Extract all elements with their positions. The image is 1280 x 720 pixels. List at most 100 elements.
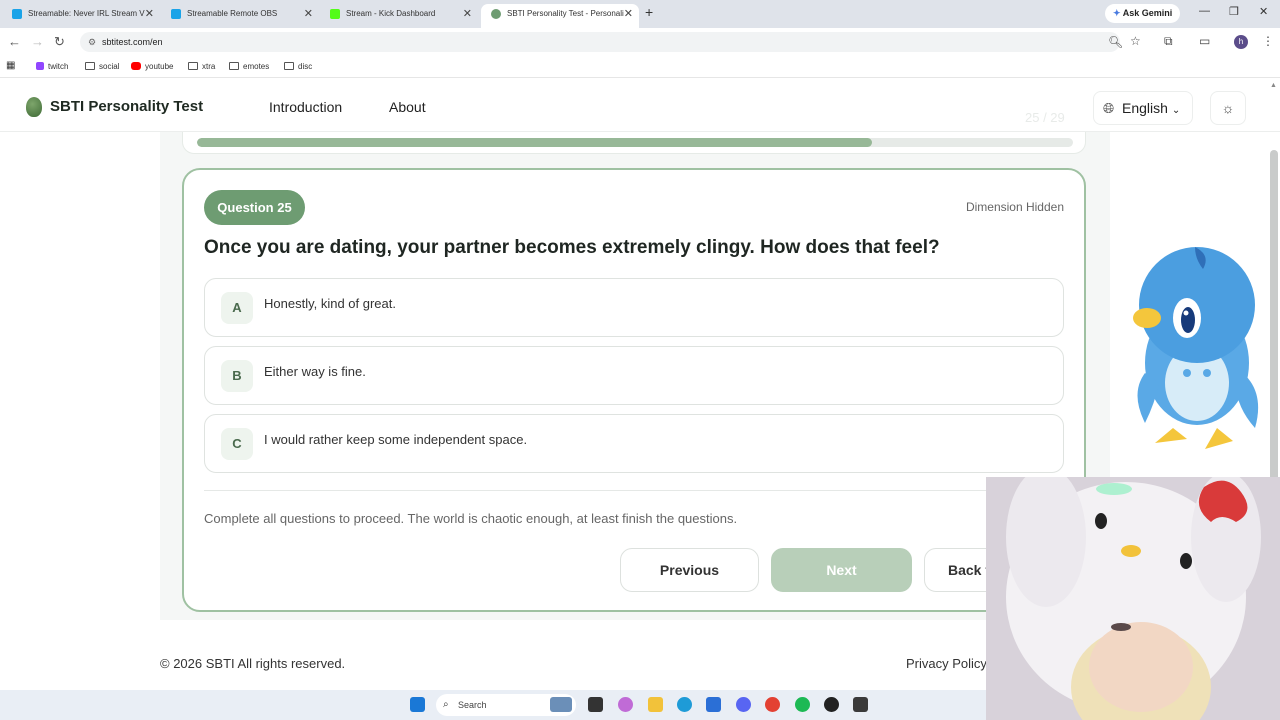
forward-icon[interactable]: →	[31, 34, 44, 49]
nav-about[interactable]: About	[389, 99, 426, 115]
app-icon[interactable]	[853, 697, 868, 712]
url-text: sbtitest.com/en	[102, 37, 163, 47]
tab-title: Streamable: Never IRL Stream V	[28, 9, 145, 18]
option-c[interactable]: C I would rather keep some independent s…	[204, 414, 1064, 473]
language-label: English	[1122, 100, 1168, 116]
close-tab-icon[interactable]: ✕	[145, 4, 154, 24]
dimension-label: Dimension Hidden	[965, 200, 1064, 214]
browser-menu-icon[interactable]: ⋮	[1262, 34, 1274, 48]
progress-bar	[197, 138, 1073, 147]
twitch-icon	[36, 62, 44, 70]
bookmark-label: disc	[298, 62, 313, 71]
apps-grid-icon[interactable]: ▦	[6, 60, 15, 71]
youtube-icon	[131, 62, 141, 70]
streamable-favicon-icon	[171, 9, 181, 19]
back-icon[interactable]: ←	[8, 34, 21, 49]
option-a[interactable]: A Honestly, kind of great.	[204, 278, 1064, 337]
language-selector[interactable]: 🌐︎ English ⌄	[1093, 91, 1193, 125]
widget-icon[interactable]	[550, 697, 572, 712]
bookmark-label: twitch	[48, 62, 69, 71]
obs-icon[interactable]	[824, 697, 839, 712]
gemini-icon: ✦	[1113, 8, 1123, 18]
copilot-icon[interactable]	[618, 697, 633, 712]
option-text: Honestly, kind of great.	[264, 296, 396, 311]
ask-gemini-button[interactable]: ✦ Ask Gemini	[1105, 4, 1181, 23]
spotify-icon[interactable]	[795, 697, 810, 712]
question-counter: 25 / 29	[1025, 110, 1065, 125]
windows-start-icon[interactable]	[410, 697, 425, 712]
folder-icon	[229, 62, 239, 70]
streamable-favicon-icon	[12, 9, 22, 19]
bookmark-disc[interactable]: disc	[284, 62, 312, 71]
folder-icon	[85, 62, 95, 70]
bookmark-twitch[interactable]: twitch	[36, 62, 68, 71]
bookmark-youtube[interactable]: youtube	[131, 62, 173, 71]
browser-tab-kick[interactable]: Stream - Kick Dashboard ✕	[320, 4, 478, 28]
file-explorer-icon[interactable]	[648, 697, 663, 712]
edge-browser-icon[interactable]	[677, 697, 692, 712]
option-text: I would rather keep some independent spa…	[264, 432, 528, 447]
bookmark-label: social	[99, 62, 120, 71]
penguin-mascot-illustration	[1133, 247, 1259, 449]
close-tab-icon[interactable]: ✕	[463, 4, 472, 24]
ask-gemini-label: Ask Gemini	[1122, 8, 1173, 18]
progress-fill	[197, 138, 872, 147]
close-tab-icon[interactable]: ✕	[304, 4, 313, 24]
privacy-policy-link[interactable]: Privacy Policy	[906, 656, 987, 671]
bookmark-label: emotes	[243, 62, 270, 71]
taskbar-search-label: Search	[458, 700, 487, 710]
tab-title: Stream - Kick Dashboard	[346, 9, 436, 18]
scroll-up-arrow-icon[interactable]: ▲	[1270, 82, 1277, 89]
tab-title: Streamable Remote OBS	[187, 9, 278, 18]
option-letter: C	[221, 428, 253, 460]
close-window-icon[interactable]: ✕	[1259, 5, 1268, 18]
browser-tab-sbti[interactable]: SBTI Personality Test - Personali ✕	[481, 4, 639, 28]
footer-copyright: © 2026 SBTI All rights reserved.	[160, 656, 346, 671]
webcam-overlay	[986, 477, 1280, 720]
completion-hint: Complete all questions to proceed. The w…	[204, 511, 738, 526]
option-text: Either way is fine.	[264, 364, 366, 379]
folder-icon	[284, 62, 294, 70]
profile-avatar[interactable]: h	[1234, 35, 1248, 49]
site-info-icon[interactable]: ⚙	[88, 32, 96, 52]
divider	[204, 490, 1064, 491]
site-brand[interactable]: SBTI Personality Test	[50, 98, 203, 115]
sbti-favicon-icon	[491, 9, 501, 19]
folder-icon	[188, 62, 198, 70]
store-icon[interactable]	[706, 697, 721, 712]
chevron-down-icon: ⌄	[1171, 105, 1181, 116]
restore-window-icon[interactable]: ❐	[1229, 5, 1239, 18]
task-view-icon[interactable]	[588, 697, 603, 712]
new-tab-button[interactable]: +	[645, 4, 653, 20]
question-badge: Question 25	[204, 190, 305, 225]
browser-tab-streamable[interactable]: Streamable: Never IRL Stream V ✕	[2, 4, 160, 28]
bookmark-label: youtube	[145, 62, 174, 71]
sun-icon: ☼	[1221, 100, 1235, 116]
bookmark-xtra[interactable]: xtra	[188, 62, 215, 71]
search-icon: ⌕	[443, 699, 449, 710]
extensions-icon[interactable]: ⧉	[1164, 34, 1173, 49]
option-letter: B	[221, 360, 253, 392]
option-letter: A	[221, 292, 253, 324]
option-b[interactable]: B Either way is fine.	[204, 346, 1064, 405]
nav-introduction[interactable]: Introduction	[269, 99, 342, 115]
reload-icon[interactable]: ↻	[54, 34, 65, 50]
next-button[interactable]: Next	[771, 548, 912, 592]
bookmark-star-icon[interactable]: ☆	[1130, 34, 1141, 48]
discord-icon[interactable]	[736, 697, 751, 712]
zoom-icon[interactable]: 🔍︎	[1108, 35, 1123, 49]
tab-title: SBTI Personality Test - Personali	[507, 9, 624, 18]
url-field[interactable]: ⚙ sbtitest.com/en	[80, 32, 1120, 52]
previous-button[interactable]: Previous	[620, 548, 759, 592]
bookmark-social[interactable]: social	[85, 62, 119, 71]
leaf-logo-icon	[26, 97, 42, 117]
close-tab-icon[interactable]: ✕	[624, 4, 633, 24]
chrome-icon[interactable]	[765, 697, 780, 712]
globe-icon: 🌐︎	[1103, 100, 1115, 116]
theme-toggle-button[interactable]: ☼	[1210, 91, 1246, 125]
side-panel-icon[interactable]: ▭	[1199, 34, 1210, 48]
minimize-window-icon[interactable]: —	[1199, 5, 1210, 17]
browser-tab-remote-obs[interactable]: Streamable Remote OBS ✕	[161, 4, 319, 28]
bookmark-emotes[interactable]: emotes	[229, 62, 269, 71]
kick-favicon-icon	[330, 9, 340, 19]
